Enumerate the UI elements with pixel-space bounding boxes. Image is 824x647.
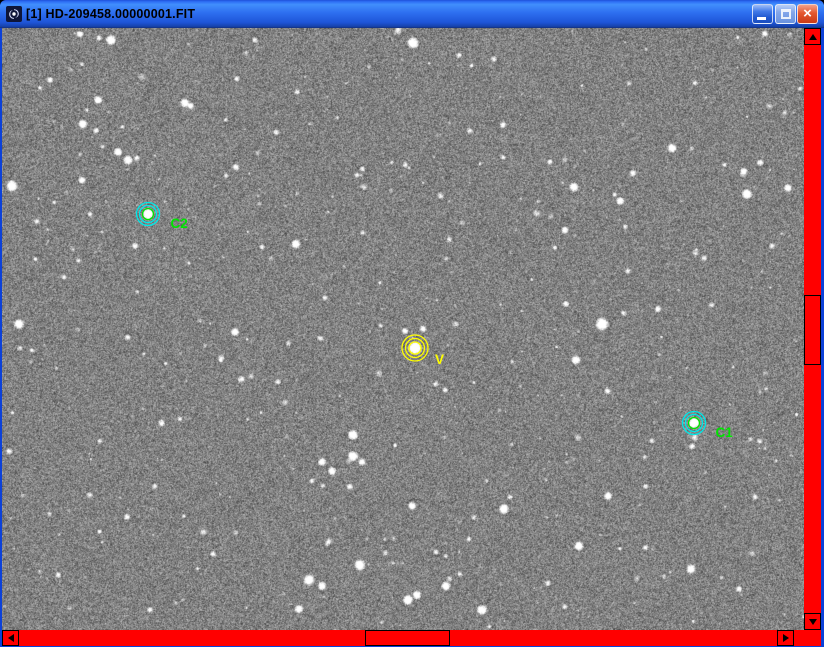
scroll-left-button[interactable] [2,630,19,646]
maximize-icon [781,9,791,19]
annotation-label: V [435,352,444,367]
right-arrow-icon [782,634,789,642]
minimize-icon [757,17,766,20]
close-button[interactable]: × [797,4,818,24]
horizontal-scrollbar[interactable] [2,630,794,646]
minimize-button[interactable] [752,4,773,24]
h-scroll-thumb[interactable] [365,630,450,646]
galaxy-icon [6,6,22,22]
left-arrow-icon [7,634,14,642]
annotation-overlay: V C1 C2 [135,201,734,441]
up-arrow-icon [808,33,817,40]
close-icon: × [803,5,812,22]
aperture-ring [408,341,422,355]
vertical-scrollbar[interactable] [804,28,821,630]
scroll-up-button[interactable] [804,28,821,45]
photometry-marker-C1[interactable]: C1 [681,410,734,441]
fits-image-area[interactable]: V C1 C2 [2,28,804,630]
photometry-marker-V[interactable]: V [401,334,444,367]
aperture-ring [141,207,155,221]
annotation-label: C1 [716,425,734,440]
photometry-marker-C2[interactable]: C2 [135,201,188,232]
titlebar[interactable]: [1] HD-209458.00000001.FIT × [0,0,824,28]
window-title: [1] HD-209458.00000001.FIT [26,7,196,21]
scrollbar-corner [794,630,821,646]
annotation-label: C2 [171,216,188,231]
app-window: [1] HD-209458.00000001.FIT × V C1 C2 [0,0,824,647]
v-scroll-thumb[interactable] [804,295,821,365]
aperture-ring [687,416,701,430]
scroll-down-button[interactable] [804,613,821,630]
maximize-button[interactable] [775,4,796,24]
down-arrow-icon [808,618,817,625]
scroll-right-button[interactable] [777,630,794,646]
